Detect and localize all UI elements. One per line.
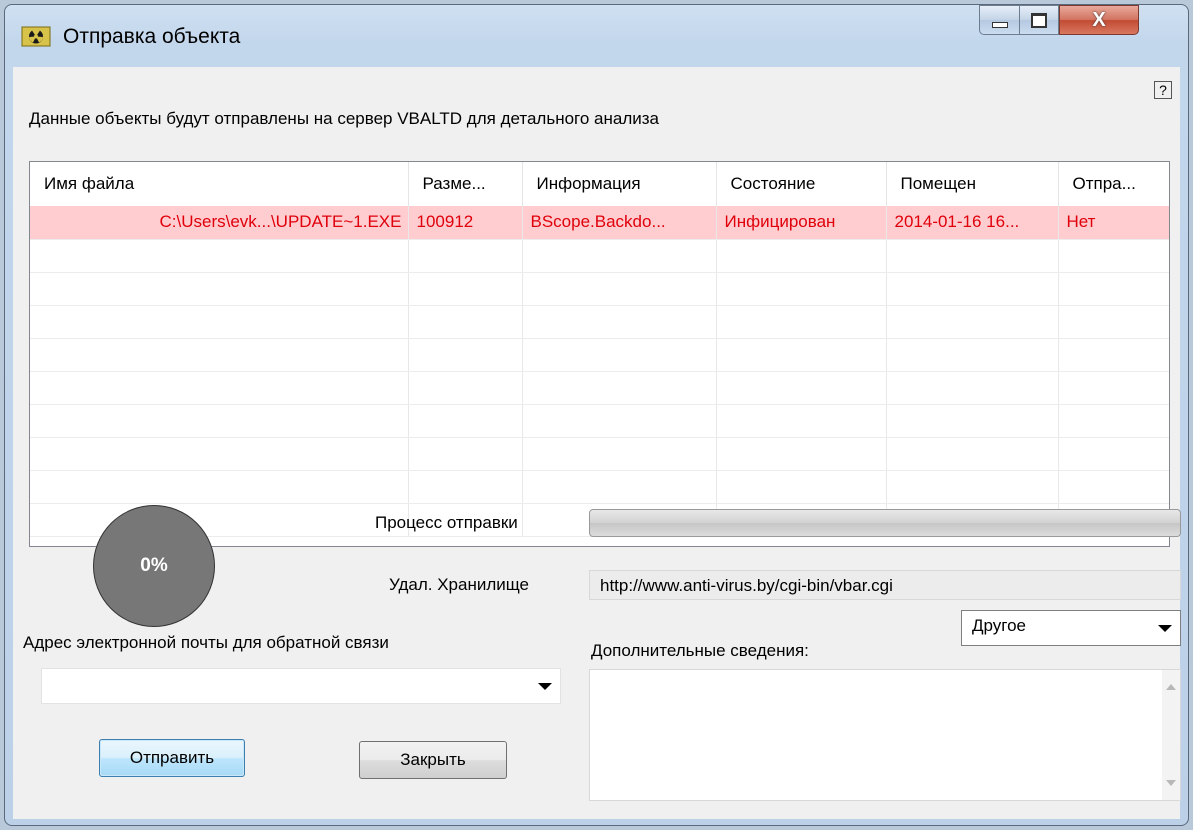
column-header-info[interactable]: Информация — [522, 162, 717, 206]
table-row[interactable]: C:\Users\evk...\UPDATE~1.EXE 100912 BSco… — [30, 206, 1169, 240]
objects-table[interactable]: Имя файла Разме... Информация Состояние … — [29, 161, 1170, 547]
cell-sent: Нет — [1058, 206, 1169, 240]
details-type-value: Другое — [972, 616, 1027, 635]
email-combobox[interactable] — [41, 668, 561, 704]
close-icon: X — [1092, 9, 1106, 31]
empty-row — [30, 272, 1169, 306]
send-progress-bar — [589, 509, 1181, 537]
column-header-status[interactable]: Состояние — [716, 162, 887, 206]
minimize-icon — [991, 22, 1008, 28]
cell-size: 100912 — [408, 206, 523, 240]
details-label: Дополнительные сведения: — [591, 641, 809, 660]
help-button[interactable]: ? — [1154, 81, 1172, 99]
empty-row — [30, 371, 1169, 405]
empty-row — [30, 239, 1169, 273]
close-window-button[interactable]: X — [1059, 5, 1139, 35]
column-header-placed[interactable]: Помещен — [886, 162, 1059, 206]
details-scrollbar[interactable] — [1162, 670, 1180, 800]
process-label: Процесс отправки — [375, 513, 518, 532]
empty-row — [30, 470, 1169, 504]
percent-circle: 0% — [93, 505, 215, 627]
send-object-window: Отправка объекта X ? Данные объекты буду… — [4, 4, 1189, 826]
chevron-down-icon[interactable] — [1158, 625, 1172, 632]
cell-info: BScope.Backdo... — [522, 206, 717, 240]
cell-status: Инфицирован — [716, 206, 887, 240]
column-header-size[interactable]: Разме... — [408, 162, 523, 206]
chevron-down-icon[interactable] — [538, 683, 552, 690]
cell-placed: 2014-01-16 16... — [886, 206, 1059, 240]
storage-url-field: http://www.anti-virus.by/cgi-bin/vbar.cg… — [589, 570, 1181, 600]
maximize-icon — [1031, 12, 1047, 28]
empty-row — [30, 338, 1169, 372]
empty-row — [30, 437, 1169, 471]
storage-label: Удал. Хранилище — [389, 575, 530, 594]
window-title: Отправка объекта — [63, 25, 241, 48]
radiation-icon — [21, 26, 51, 47]
cell-filename: C:\Users\evk...\UPDATE~1.EXE — [30, 206, 409, 240]
send-button[interactable]: Отправить — [99, 739, 245, 777]
close-button[interactable]: Закрыть — [359, 741, 507, 779]
empty-row — [30, 404, 1169, 438]
title-bar[interactable]: Отправка объекта X — [5, 5, 1188, 61]
email-label: Адрес электронной почты для обратной свя… — [23, 633, 389, 652]
maximize-button[interactable] — [1019, 5, 1059, 35]
scroll-up-icon[interactable] — [1166, 684, 1176, 690]
table-header: Имя файла Разме... Информация Состояние … — [30, 162, 1169, 206]
details-type-select[interactable]: Другое — [961, 610, 1181, 646]
empty-row — [30, 305, 1169, 339]
minimize-button[interactable] — [979, 5, 1019, 35]
scroll-down-icon[interactable] — [1166, 780, 1176, 786]
details-textarea[interactable] — [589, 669, 1181, 801]
dialog-client: ? Данные объекты будут отправлены на сер… — [13, 67, 1181, 819]
intro-text: Данные объекты будут отправлены на серве… — [29, 109, 660, 128]
column-header-filename[interactable]: Имя файла — [30, 162, 409, 206]
column-header-sent[interactable]: Отпра... — [1058, 162, 1169, 206]
